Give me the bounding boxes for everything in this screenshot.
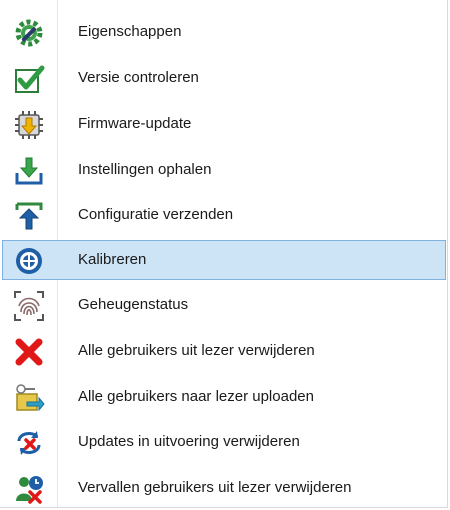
menu-item-label: Versie controleren [78,69,199,86]
fingerprint-icon [14,291,44,321]
menu-item-updates-verwijderen[interactable]: Updates in uitvoering verwijderen [2,422,446,462]
target-icon [16,248,42,274]
upload-tray-icon [15,202,43,230]
menu-item-alle-gebruikers-uploaden[interactable]: Alle gebruikers naar lezer uploaden [2,377,446,417]
menu-item-label: Instellingen ophalen [78,161,212,178]
download-tray-icon [15,157,43,185]
context-menu: Eigenschappen Versie controleren Firmwar… [0,0,448,508]
menu-item-geheugenstatus[interactable]: Geheugenstatus [2,285,446,325]
menu-item-eigenschappen[interactable]: Eigenschappen [2,12,446,52]
menu-item-instellingen-ophalen[interactable]: Instellingen ophalen [2,150,446,190]
menu-item-label: Kalibreren [78,251,147,268]
checkmark-icon [15,65,45,93]
menu-item-vervallen-gebruikers-verwijderen[interactable]: Vervallen gebruikers uit lezer verwijder… [2,468,446,508]
gear-wrench-icon [15,19,43,47]
menu-item-label: Alle gebruikers uit lezer verwijderen [78,342,315,359]
chip-arrow-icon [15,111,43,139]
red-x-icon [15,338,43,366]
menu-item-label: Configuratie verzenden [78,206,234,223]
users-upload-icon [16,384,45,412]
sync-delete-icon [17,431,41,455]
menu-item-label: Vervallen gebruikers uit lezer verwijder… [78,479,352,496]
menu-item-alle-gebruikers-verwijderen[interactable]: Alle gebruikers uit lezer verwijderen [2,331,446,371]
menu-item-configuratie-verzenden[interactable]: Configuratie verzenden [2,195,446,235]
menu-item-label: Firmware-update [78,115,192,132]
menu-item-versie-controleren[interactable]: Versie controleren [2,58,446,98]
menu-item-label: Eigenschappen [78,23,182,40]
menu-item-kalibreren[interactable]: Kalibreren [2,240,446,280]
menu-item-label: Alle gebruikers naar lezer uploaden [78,388,314,405]
menu-item-firmware-update[interactable]: Firmware-update [2,104,446,144]
menu-item-label: Geheugenstatus [78,296,189,313]
expired-user-delete-icon [16,476,43,504]
menu-item-label: Updates in uitvoering verwijderen [78,433,300,450]
